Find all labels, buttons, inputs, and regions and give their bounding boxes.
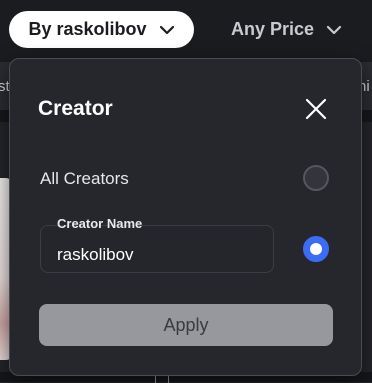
creator-name-radio[interactable] [303,236,329,262]
creator-name-field-label: Creator Name [57,216,143,231]
creator-name-input[interactable] [40,225,274,273]
creator-filter-label: By raskolibov [28,19,147,39]
filter-bar: By raskolibov Any Price [0,0,372,62]
apply-button[interactable]: Apply [39,304,333,346]
all-creators-radio[interactable] [303,165,329,191]
close-icon[interactable] [304,97,328,121]
radio-selected-dot [310,243,322,255]
popover-title: Creator [38,97,113,120]
price-filter-button[interactable]: Any Price [231,11,342,48]
price-filter-label: Any Price [231,19,315,39]
chevron-down-icon [326,25,342,34]
all-creators-label: All Creators [40,169,129,188]
creator-filter-button[interactable]: By raskolibov [9,11,194,48]
chevron-down-icon [159,25,174,34]
creator-filter-popover: Creator All Creators Creator Name Apply [9,58,362,376]
